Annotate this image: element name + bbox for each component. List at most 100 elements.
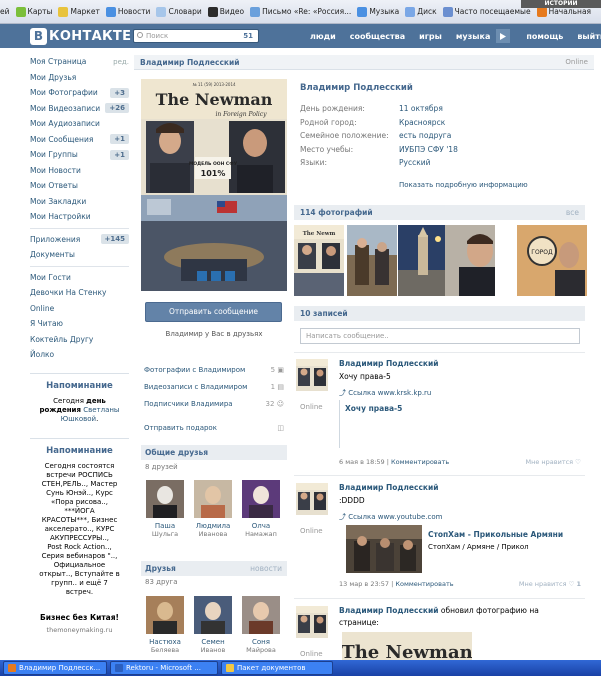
video-title[interactable]: СтопХам - Прикольные Армяни xyxy=(428,530,563,539)
photo-thumb[interactable] xyxy=(347,225,397,296)
friend-card[interactable]: Паша Шульга xyxy=(144,480,186,538)
play-icon[interactable] xyxy=(496,29,511,43)
friend-avatar[interactable] xyxy=(194,596,232,634)
comment-link[interactable]: Комментировать xyxy=(395,580,453,588)
send-message-button[interactable]: Отправить сообщение xyxy=(145,302,282,322)
post-author[interactable]: Владимир Подлесский обновил фотографию н… xyxy=(339,606,539,615)
like-button[interactable]: Мне нравится ♡ 1 xyxy=(519,580,581,588)
bookmark-item[interactable]: Начальная xyxy=(536,6,591,17)
info-value[interactable]: Красноярск xyxy=(399,118,445,127)
post-link[interactable]: ⤴ Ссылка www.youtube.com xyxy=(339,512,442,522)
video-thumb[interactable] xyxy=(346,525,422,573)
sidebar-item[interactable]: Мои Группы +1 xyxy=(30,147,129,163)
like-button[interactable]: Мне нравится ♡ xyxy=(525,458,581,466)
photo-thumb[interactable] xyxy=(398,225,448,296)
friend-avatar[interactable] xyxy=(146,480,184,518)
vk-logo[interactable]: В КОНТАКТЕ xyxy=(30,28,131,45)
post-author[interactable]: Владимир Подлесский xyxy=(339,359,439,368)
sidebar-item[interactable]: Документы xyxy=(30,247,129,263)
info-value[interactable]: ИУБПЭ СФУ '18 xyxy=(399,145,458,154)
bookmark-item[interactable]: Новости xyxy=(105,6,150,17)
nav-music[interactable]: музыка xyxy=(456,32,490,41)
bookmark-item[interactable]: Словари xyxy=(156,6,202,17)
followers-link[interactable]: Подписчики Владимира 32 ☺ xyxy=(144,400,284,408)
taskbar-item[interactable]: Владимир Подлесск... xyxy=(3,661,107,675)
ad-site[interactable]: themoneymaking.ru xyxy=(30,626,129,634)
friend-card[interactable]: Настюха Беляева xyxy=(144,596,186,654)
friend-card[interactable]: Соня Майрова xyxy=(240,596,282,654)
post-author[interactable]: Владимир Подлесский xyxy=(339,483,439,492)
updated-photo[interactable]: The Newman xyxy=(342,632,472,660)
sidebar-item[interactable]: Коктейль Другу xyxy=(30,332,129,348)
friend-avatar[interactable] xyxy=(194,480,232,518)
bookmark-item[interactable]: Диск xyxy=(405,6,437,17)
friend-avatar[interactable] xyxy=(242,480,280,518)
info-value[interactable]: есть подруга xyxy=(399,131,451,140)
sidebar-item[interactable]: Я Читаю xyxy=(30,316,129,332)
friend-card[interactable]: Олча Намажап xyxy=(240,480,282,538)
edit-menu-link[interactable]: ред. xyxy=(113,58,129,66)
sidebar-item[interactable]: Йолко xyxy=(30,347,129,363)
send-gift-link[interactable]: Отправить подарок ◫ xyxy=(144,424,284,432)
show-more-link[interactable]: Показать подробную информацию xyxy=(399,181,528,189)
photo-thumb[interactable] xyxy=(445,225,495,296)
post-avatar[interactable] xyxy=(296,483,328,515)
sidebar-item[interactable]: Online xyxy=(30,301,129,317)
photos-with-link[interactable]: Фотографии с Владимиром 5 ▣ xyxy=(144,366,284,374)
photos-header[interactable]: 114 фотографий все xyxy=(294,205,585,220)
bookmark-item[interactable]: Музыка xyxy=(357,6,399,17)
photos-all-link[interactable]: все xyxy=(566,208,579,217)
link-label: Отправить подарок xyxy=(144,424,217,432)
sidebar-item[interactable]: Мои Видеозаписи +26 xyxy=(30,101,129,117)
post-time[interactable]: 6 мая в 18:59 xyxy=(339,458,385,466)
info-value[interactable]: 11 октября xyxy=(399,104,443,113)
nav-people[interactable]: люди xyxy=(310,32,336,41)
post-avatar[interactable] xyxy=(296,606,328,638)
sidebar-item[interactable]: Приложения +145 xyxy=(30,232,129,248)
photo-thumb[interactable]: The Newm xyxy=(294,225,344,296)
search-input[interactable]: Поиск 51 xyxy=(133,29,259,43)
common-friends-header[interactable]: Общие друзья xyxy=(141,445,287,460)
sidebar-item[interactable]: Мои Друзья xyxy=(30,70,129,86)
sidebar-item[interactable]: Мои Аудиозаписи xyxy=(30,116,129,132)
bookmark-item[interactable]: Маркет xyxy=(58,6,100,17)
wall-message-input[interactable]: Написать сообщение.. xyxy=(300,328,580,344)
sidebar-item[interactable]: Мои Сообщения +1 xyxy=(30,132,129,148)
post-avatar[interactable] xyxy=(296,359,328,391)
nav-communities[interactable]: сообщества xyxy=(350,32,405,41)
nav-games[interactable]: игры xyxy=(419,32,442,41)
sidebar-item[interactable]: Мои Новости xyxy=(30,163,129,179)
taskbar-item[interactable]: Rektoru - Microsoft ... xyxy=(110,661,218,675)
menu-apps: Приложения +145 Документы xyxy=(30,232,129,263)
friend-card[interactable]: Людмила Иванова xyxy=(192,480,234,538)
profile-photo[interactable]: № 11 (59) 2013-2014 The Newman in Foreig… xyxy=(141,79,287,291)
post-link-title[interactable]: Хочу права-5 xyxy=(345,404,402,413)
friend-avatar[interactable] xyxy=(242,596,280,634)
ad-title[interactable]: Бизнес без Китая! xyxy=(30,613,129,622)
sidebar-item[interactable]: Мои Гости xyxy=(30,270,129,286)
bookmark-item[interactable]: Часто посещаемые xyxy=(442,6,531,17)
friend-avatar[interactable] xyxy=(146,596,184,634)
friends-news-link[interactable]: новости xyxy=(250,564,282,573)
sidebar-item[interactable]: Девочки На Стенку xyxy=(30,285,129,301)
post-time[interactable]: 13 мар в 23:57 xyxy=(339,580,389,588)
bookmark-item[interactable]: ей xyxy=(0,7,10,16)
bookmark-item[interactable]: Карты xyxy=(15,6,52,17)
bookmark-item[interactable]: Видео xyxy=(207,6,244,17)
friend-card[interactable]: Семен Иванов xyxy=(192,596,234,654)
post-link[interactable]: ⤴ Ссылка www.krsk.kp.ru xyxy=(339,388,431,398)
videos-with-link[interactable]: Видеозаписи с Владимиром 1 ▤ xyxy=(144,383,284,391)
nav-logout[interactable]: выйти xyxy=(577,32,601,41)
sidebar-item-my-page[interactable]: Моя Страница ред. xyxy=(30,54,129,70)
sidebar-item[interactable]: Мои Закладки xyxy=(30,194,129,210)
comment-link[interactable]: Комментировать xyxy=(391,458,449,466)
sidebar-item[interactable]: Мои Ответы xyxy=(30,178,129,194)
menu-label: Моя Страница xyxy=(30,57,87,67)
bookmark-item[interactable]: Письмо «Re: «Россия... xyxy=(250,6,351,17)
taskbar-item[interactable]: Пакет документов xyxy=(221,661,333,675)
sidebar-item[interactable]: Мои Настройки xyxy=(30,209,129,225)
friends-header[interactable]: Друзья новости xyxy=(141,561,287,576)
sidebar-item[interactable]: Мои Фотографии +3 xyxy=(30,85,129,101)
nav-help[interactable]: помощь xyxy=(526,32,563,41)
photo-thumb[interactable]: ГОРОД xyxy=(517,225,587,296)
